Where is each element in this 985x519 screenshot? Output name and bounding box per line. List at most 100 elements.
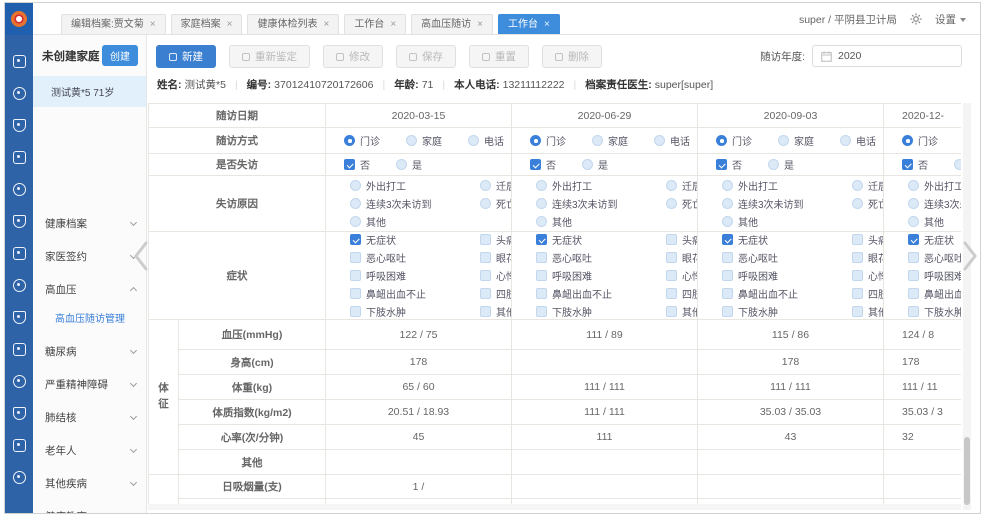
radio-外出打工[interactable] [536,180,547,191]
checkbox-心悸胸闷[interactable] [480,270,491,281]
checkbox-鼻衄出血不止[interactable] [536,288,547,299]
sidebar-item-老年人[interactable]: 老年人 [33,434,146,467]
sidebar-item-家医签约[interactable]: 家医签约 [33,240,146,273]
rail-icon-13[interactable] [13,439,26,452]
checkbox-其他[interactable] [666,306,677,317]
radio-家庭[interactable] [592,135,603,146]
settings-menu[interactable]: 设置 [935,12,966,27]
radio-连续3次未访到[interactable] [536,198,547,209]
close-icon[interactable]: × [227,20,233,30]
rail-icon-11[interactable] [13,375,26,388]
sidebar-subitem-高血压随访管理[interactable]: 高血压随访管理 [33,306,146,335]
修改-button[interactable]: 修改 [323,45,383,68]
rail-icon-6[interactable] [13,215,26,228]
checkbox-恶心呕吐[interactable] [722,252,733,263]
checkbox-头痛头晕[interactable] [480,234,491,245]
checkbox-否[interactable] [902,159,913,170]
sidebar-item-其他疾病[interactable]: 其他疾病 [33,467,146,500]
checkbox-下肢水肿[interactable] [536,306,547,317]
checkbox-否[interactable] [344,159,355,170]
sidebar-item-糖尿病[interactable]: 糖尿病 [33,335,146,368]
radio-电话[interactable] [654,135,665,146]
checkbox-呼吸困难[interactable] [536,270,547,281]
rail-icon-3[interactable] [13,119,26,132]
horizontal-scrollbar[interactable] [148,504,961,510]
gear-icon[interactable] [910,13,922,25]
checkbox-眼花耳鸣[interactable] [480,252,491,263]
重置-button[interactable]: 重置 [469,45,529,68]
sidebar-item-严重精神障碍[interactable]: 严重精神障碍 [33,368,146,401]
checkbox-呼吸困难[interactable] [908,270,919,281]
radio-迁居他处[interactable] [852,180,863,191]
checkbox-鼻衄出血不止[interactable] [350,288,361,299]
year-input[interactable]: 2020 [812,45,962,67]
radio-电话[interactable] [468,135,479,146]
radio-门诊[interactable] [344,135,355,146]
radio-外出打工[interactable] [722,180,733,191]
重新鉴定-button[interactable]: 重新鉴定 [229,45,310,68]
radio-外出打工[interactable] [908,180,919,191]
close-icon[interactable]: × [390,20,396,30]
保存-button[interactable]: 保存 [396,45,456,68]
tab-3[interactable]: 健康体检列表× [247,14,339,34]
checkbox-其他[interactable] [852,306,863,317]
close-icon[interactable]: × [150,20,156,30]
rail-icon-9[interactable] [13,311,26,324]
radio-门诊[interactable] [716,135,727,146]
checkbox-四肢发麻[interactable] [852,288,863,299]
tab-5[interactable]: 高血压随访× [411,14,493,34]
rail-icon-4[interactable] [13,151,26,164]
checkbox-心悸胸闷[interactable] [852,270,863,281]
sidebar-item-健康教育[interactable]: 健康教育 [33,500,146,514]
rail-icon-14[interactable] [13,471,26,484]
新建-button[interactable]: 新建 [156,45,216,68]
checkbox-呼吸困难[interactable] [350,270,361,281]
radio-门诊[interactable] [530,135,541,146]
rail-icon-12[interactable] [13,407,26,420]
close-icon[interactable]: × [323,20,329,30]
checkbox-心悸胸闷[interactable] [666,270,677,281]
rail-icon-7[interactable] [13,247,26,260]
tab-4[interactable]: 工作台× [344,14,406,34]
checkbox-否[interactable] [716,159,727,170]
close-icon[interactable]: × [477,20,483,30]
checkbox-恶心呕吐[interactable] [536,252,547,263]
checkbox-头痛头晕[interactable] [666,234,677,245]
checkbox-恶心呕吐[interactable] [908,252,919,263]
radio-连续3次未访到[interactable] [350,198,361,209]
radio-迁居他处[interactable] [480,180,491,191]
checkbox-无症状[interactable] [536,234,547,245]
vertical-scrollbar-thumb[interactable] [964,437,970,505]
tab-6[interactable]: 工作台× [498,14,560,34]
sidebar-item-健康档案[interactable]: 健康档案 [33,207,146,240]
checkbox-其他[interactable] [480,306,491,317]
rail-icon-5[interactable] [13,183,26,196]
checkbox-头痛头晕[interactable] [852,234,863,245]
rail-icon-10[interactable] [13,343,26,356]
checkbox-恶心呕吐[interactable] [350,252,361,263]
next-column-button[interactable] [962,241,978,271]
radio-其他[interactable] [908,216,919,227]
radio-连续3次未访到[interactable] [722,198,733,209]
app-logo[interactable] [5,3,33,35]
radio-死亡[interactable] [480,198,491,209]
checkbox-四肢发麻[interactable] [480,288,491,299]
删除-button[interactable]: 删除 [542,45,602,68]
radio-其他[interactable] [722,216,733,227]
radio-其他[interactable] [536,216,547,227]
checkbox-无症状[interactable] [722,234,733,245]
checkbox-眼花耳鸣[interactable] [666,252,677,263]
radio-门诊[interactable] [902,135,913,146]
radio-电话[interactable] [840,135,851,146]
rail-icon-8[interactable] [13,279,26,292]
vertical-scrollbar[interactable] [963,103,971,510]
checkbox-否[interactable] [530,159,541,170]
create-family-button[interactable]: 创建 [102,45,138,66]
radio-家庭[interactable] [406,135,417,146]
tab-1[interactable]: 编辑档案:贾文菊× [61,14,166,34]
radio-其他[interactable] [350,216,361,227]
checkbox-下肢水肿[interactable] [350,306,361,317]
radio-是[interactable] [954,159,961,170]
radio-家庭[interactable] [778,135,789,146]
checkbox-无症状[interactable] [350,234,361,245]
